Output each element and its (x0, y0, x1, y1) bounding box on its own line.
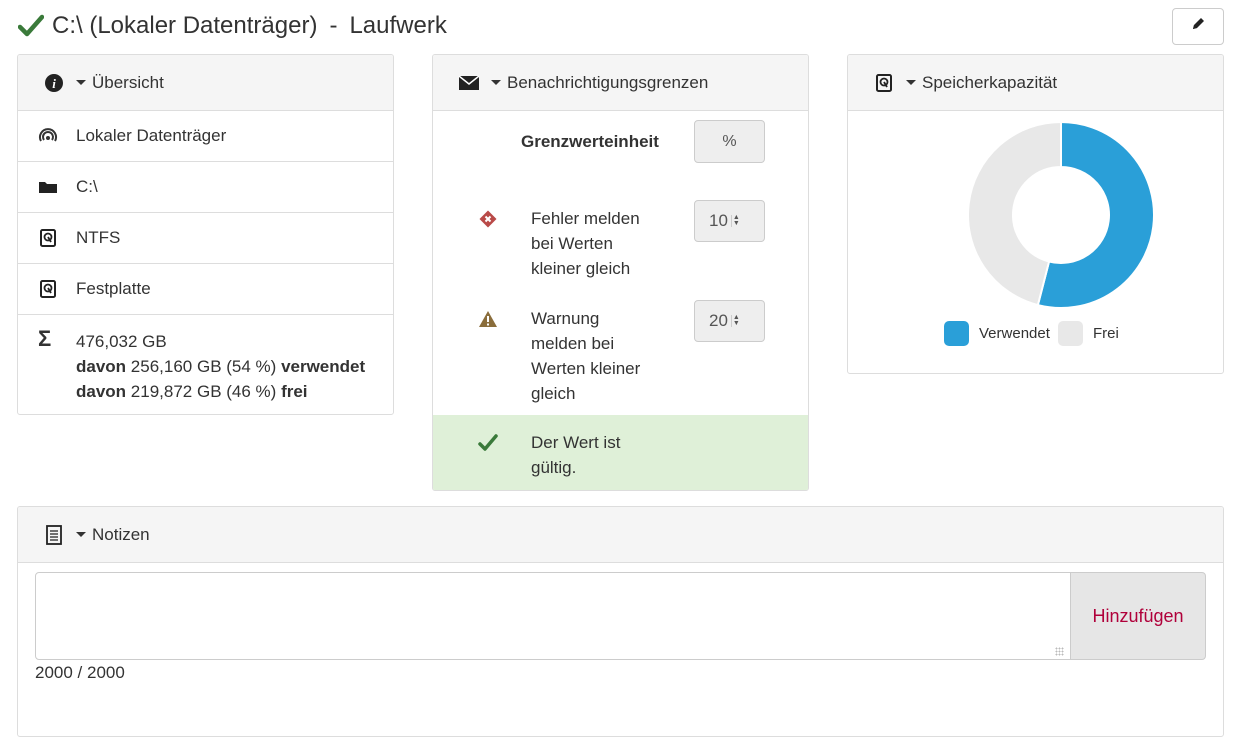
hdd-icon (874, 73, 894, 93)
legend-free-label: Frei (1093, 325, 1119, 342)
caret-down-icon (76, 80, 86, 85)
validation-line-1: Der Wert ist (531, 433, 621, 452)
page-title: C:\ (Lokaler Datenträger) - Laufwerk (17, 8, 447, 44)
envelope-icon (459, 73, 479, 93)
total-capacity: 476,032 GB (76, 332, 167, 351)
error-threshold-stepper[interactable]: 10 ▲ ▼ (694, 200, 765, 242)
folder-icon (38, 177, 58, 197)
add-note-button[interactable]: Hinzufügen (1070, 572, 1206, 660)
sigma-icon: Σ (38, 326, 52, 351)
notes-textarea[interactable] (35, 572, 1071, 660)
spinner-icon[interactable]: ▲ ▼ (730, 214, 740, 227)
signal-icon (38, 126, 58, 146)
check-icon (17, 13, 45, 39)
warning-icon (478, 309, 498, 329)
overview-header[interactable]: i Übersicht (18, 55, 393, 111)
notifications-panel: Benachrichtigungsgrenzen Grenzwerteinhei… (432, 54, 809, 491)
legend-used-label: Verwendet (979, 325, 1050, 342)
error-threshold-label: Fehler melden bei Werten kleiner gleich (531, 209, 640, 278)
document-icon (44, 524, 64, 545)
legend-free[interactable]: Frei (1058, 321, 1119, 346)
capacity-donut-chart (967, 120, 1155, 309)
drive-name: C:\ (Lokaler Datenträger) (52, 12, 318, 39)
caret-down-icon (491, 80, 501, 85)
overview-row-label: Lokaler Datenträger (18, 111, 393, 162)
warning-threshold-stepper[interactable]: 20 ▲ ▼ (694, 300, 765, 342)
edit-button[interactable] (1172, 8, 1224, 45)
validation-message: Der Wert ist gültig. (433, 415, 808, 490)
warning-threshold-label: Warnung melden bei Werten kleiner gleich (531, 309, 641, 403)
warning-threshold-value: 20 (709, 311, 728, 330)
overview-row-media: Festplatte (18, 264, 393, 315)
error-icon (478, 209, 498, 229)
unit-label: Grenzwerteinheit (521, 132, 659, 151)
overview-row-text: C:\ (76, 177, 98, 196)
validation-line-2: gültig. (531, 458, 577, 477)
capacity-title: Speicherkapazität (922, 72, 1058, 92)
legend-used-swatch (944, 321, 969, 346)
hdd-icon (38, 279, 58, 299)
capacity-panel: Speicherkapazität Verwendet Frei (847, 54, 1224, 374)
svg-text:i: i (52, 76, 56, 91)
overview-row-text: Lokaler Datenträger (76, 126, 227, 145)
info-icon: i (44, 73, 64, 93)
overview-row-path: C:\ (18, 162, 393, 213)
notifications-header[interactable]: Benachrichtigungsgrenzen (433, 55, 808, 111)
title-separator: - (329, 12, 338, 39)
character-counter: 2000 / 2000 (35, 663, 125, 682)
capacity-header[interactable]: Speicherkapazität (848, 55, 1223, 111)
drive-type: Laufwerk (349, 12, 447, 39)
legend-used[interactable]: Verwendet (944, 321, 1050, 346)
pencil-icon (1190, 16, 1206, 37)
notifications-title: Benachrichtigungsgrenzen (507, 72, 709, 92)
caret-down-icon (76, 532, 86, 537)
overview-panel: i Übersicht Lokaler Datenträger C:\ NTFS… (17, 54, 394, 415)
error-threshold-value: 10 (709, 211, 728, 230)
overview-capacity-summary: Σ 476,032 GB davon 256,160 GB (54 %) ver… (18, 315, 393, 404)
overview-row-text: Festplatte (76, 279, 151, 298)
used-capacity: davon 256,160 GB (54 %) verwendet (76, 357, 366, 376)
legend-free-swatch (1058, 321, 1083, 346)
overview-row-text: NTFS (76, 228, 121, 247)
notes-title: Notizen (92, 524, 150, 544)
notes-header[interactable]: Notizen (18, 507, 1223, 563)
unit-field[interactable]: % (694, 120, 765, 163)
notes-panel: Notizen Hinzufügen 2000 / 2000 (17, 506, 1224, 737)
resize-grip-icon[interactable] (1055, 647, 1064, 656)
overview-title: Übersicht (92, 72, 164, 92)
check-icon (478, 433, 498, 453)
overview-row-filesystem: NTFS (18, 213, 393, 264)
free-capacity: davon 219,872 GB (46 %) frei (76, 382, 308, 401)
hdd-icon (38, 228, 58, 248)
spinner-icon[interactable]: ▲ ▼ (730, 314, 740, 327)
caret-down-icon (906, 80, 916, 85)
